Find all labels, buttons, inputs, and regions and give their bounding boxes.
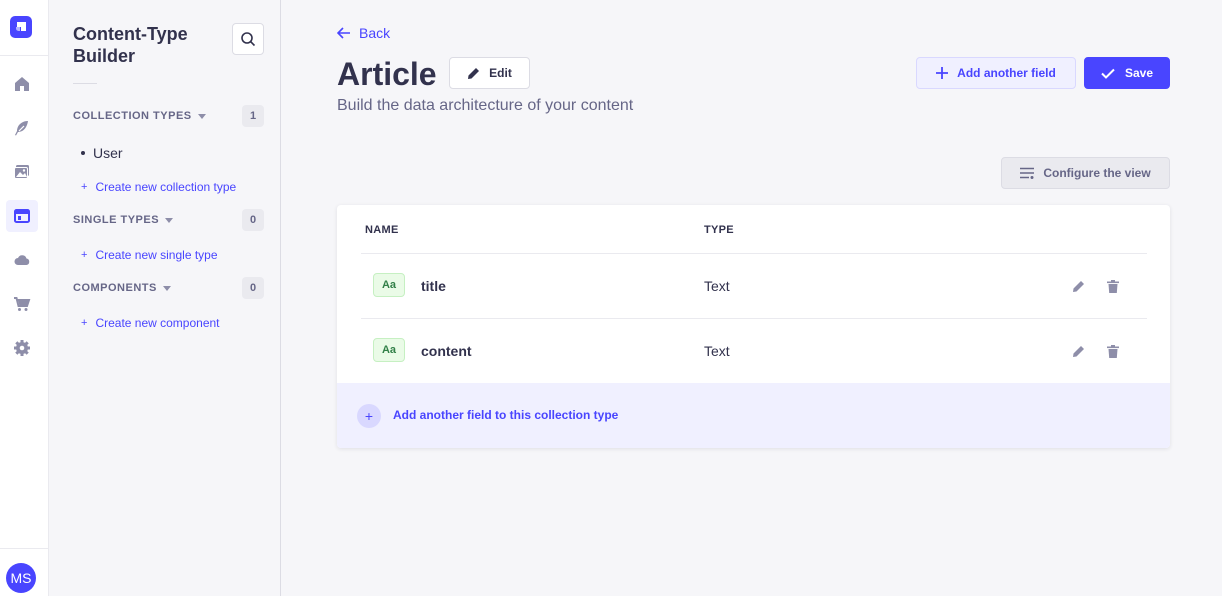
section-collection-types[interactable]: COLLECTION TYPES 1 [73,105,264,127]
edit-label: Edit [489,66,512,80]
section-label: COMPONENTS [73,282,171,294]
search-button[interactable] [232,23,264,55]
section-label-text: SINGLE TYPES [73,214,160,226]
row-divider [361,318,1147,319]
save-button[interactable]: Save [1084,57,1170,89]
home-icon[interactable] [6,68,38,100]
rail-divider-bottom [0,548,48,549]
count-badge: 0 [242,209,264,231]
main-nav-rail: MS [0,0,49,596]
subnav-divider [73,83,97,84]
edit-button[interactable]: Edit [449,57,530,89]
create-link-label: Create new collection type [95,180,237,194]
cart-icon[interactable] [6,288,38,320]
create-link-label: Create new component [95,316,220,330]
cloud-icon[interactable] [6,244,38,276]
create-link-label: Create new single type [95,248,218,262]
column-header-type: TYPE [704,224,734,236]
edit-pencil-icon[interactable] [1070,343,1086,359]
add-another-field-button[interactable]: Add another field [916,57,1076,89]
trash-icon[interactable] [1105,278,1121,294]
save-label: Save [1124,66,1154,80]
section-label-text: COLLECTION TYPES [73,110,192,122]
trash-icon[interactable] [1105,343,1121,359]
gear-icon[interactable] [6,332,38,364]
nav-entry-label: User [93,145,123,161]
edit-pencil-icon[interactable] [1070,278,1086,294]
layout-icon[interactable] [6,200,38,232]
field-name: content [421,343,472,359]
list-settings-icon [1020,167,1035,179]
strapi-logo-icon[interactable] [10,16,32,38]
section-single-types[interactable]: SINGLE TYPES 0 [73,209,264,231]
back-link[interactable]: Back [337,25,390,41]
plus-icon: + [81,317,88,329]
text-field-icon: Aa [373,273,405,297]
field-name: title [421,278,446,294]
create-single-type-link[interactable]: + Create new single type [81,248,218,262]
field-type: Text [704,278,730,294]
back-label: Back [359,25,391,41]
pencil-icon [468,67,480,79]
image-icon[interactable] [6,156,38,188]
field-type: Text [704,343,730,359]
text-field-icon: Aa [373,338,405,362]
plus-icon: + [81,249,88,261]
search-icon [241,32,256,47]
add-field-to-collection-button[interactable]: + Add another field to this collection t… [337,383,1170,448]
section-label-text: COMPONENTS [73,282,157,294]
rail-divider [0,55,48,56]
page-subtitle: Build the data architecture of your cont… [337,97,634,114]
configure-view-button[interactable]: Configure the view [1001,157,1170,189]
plus-icon: + [81,181,88,193]
create-component-link[interactable]: + Create new component [81,316,220,330]
fields-table: NAME TYPE Aa title Text Aa content Text … [337,205,1170,448]
caret-down-icon [162,285,171,291]
row-divider [361,253,1147,254]
bullet-icon [81,151,85,155]
section-label: COLLECTION TYPES [73,110,206,122]
create-collection-type-link[interactable]: + Create new collection type [81,180,236,194]
caret-down-icon [197,113,206,119]
plus-circle-icon: + [357,404,381,428]
page-title: Article [337,56,437,92]
count-badge: 0 [242,277,264,299]
add-field-label: Add another field [957,66,1056,80]
count-badge: 1 [242,105,264,127]
arrow-left-icon [337,27,350,39]
check-icon [1101,68,1115,79]
feather-icon[interactable] [6,112,38,144]
section-label: SINGLE TYPES [73,214,174,226]
configure-view-label: Configure the view [1043,166,1151,180]
section-components[interactable]: COMPONENTS 0 [73,277,264,299]
column-header-name: NAME [365,224,399,236]
content-type-builder-subnav: Content-Type Builder COLLECTION TYPES 1 … [49,0,281,596]
collection-type-user[interactable]: User [81,145,123,161]
caret-down-icon [165,217,174,223]
subnav-title: Content-Type Builder [73,24,188,66]
add-field-row-label: Add another field to this collection typ… [393,408,619,422]
user-avatar[interactable]: MS [6,563,36,593]
plus-icon [936,67,949,79]
